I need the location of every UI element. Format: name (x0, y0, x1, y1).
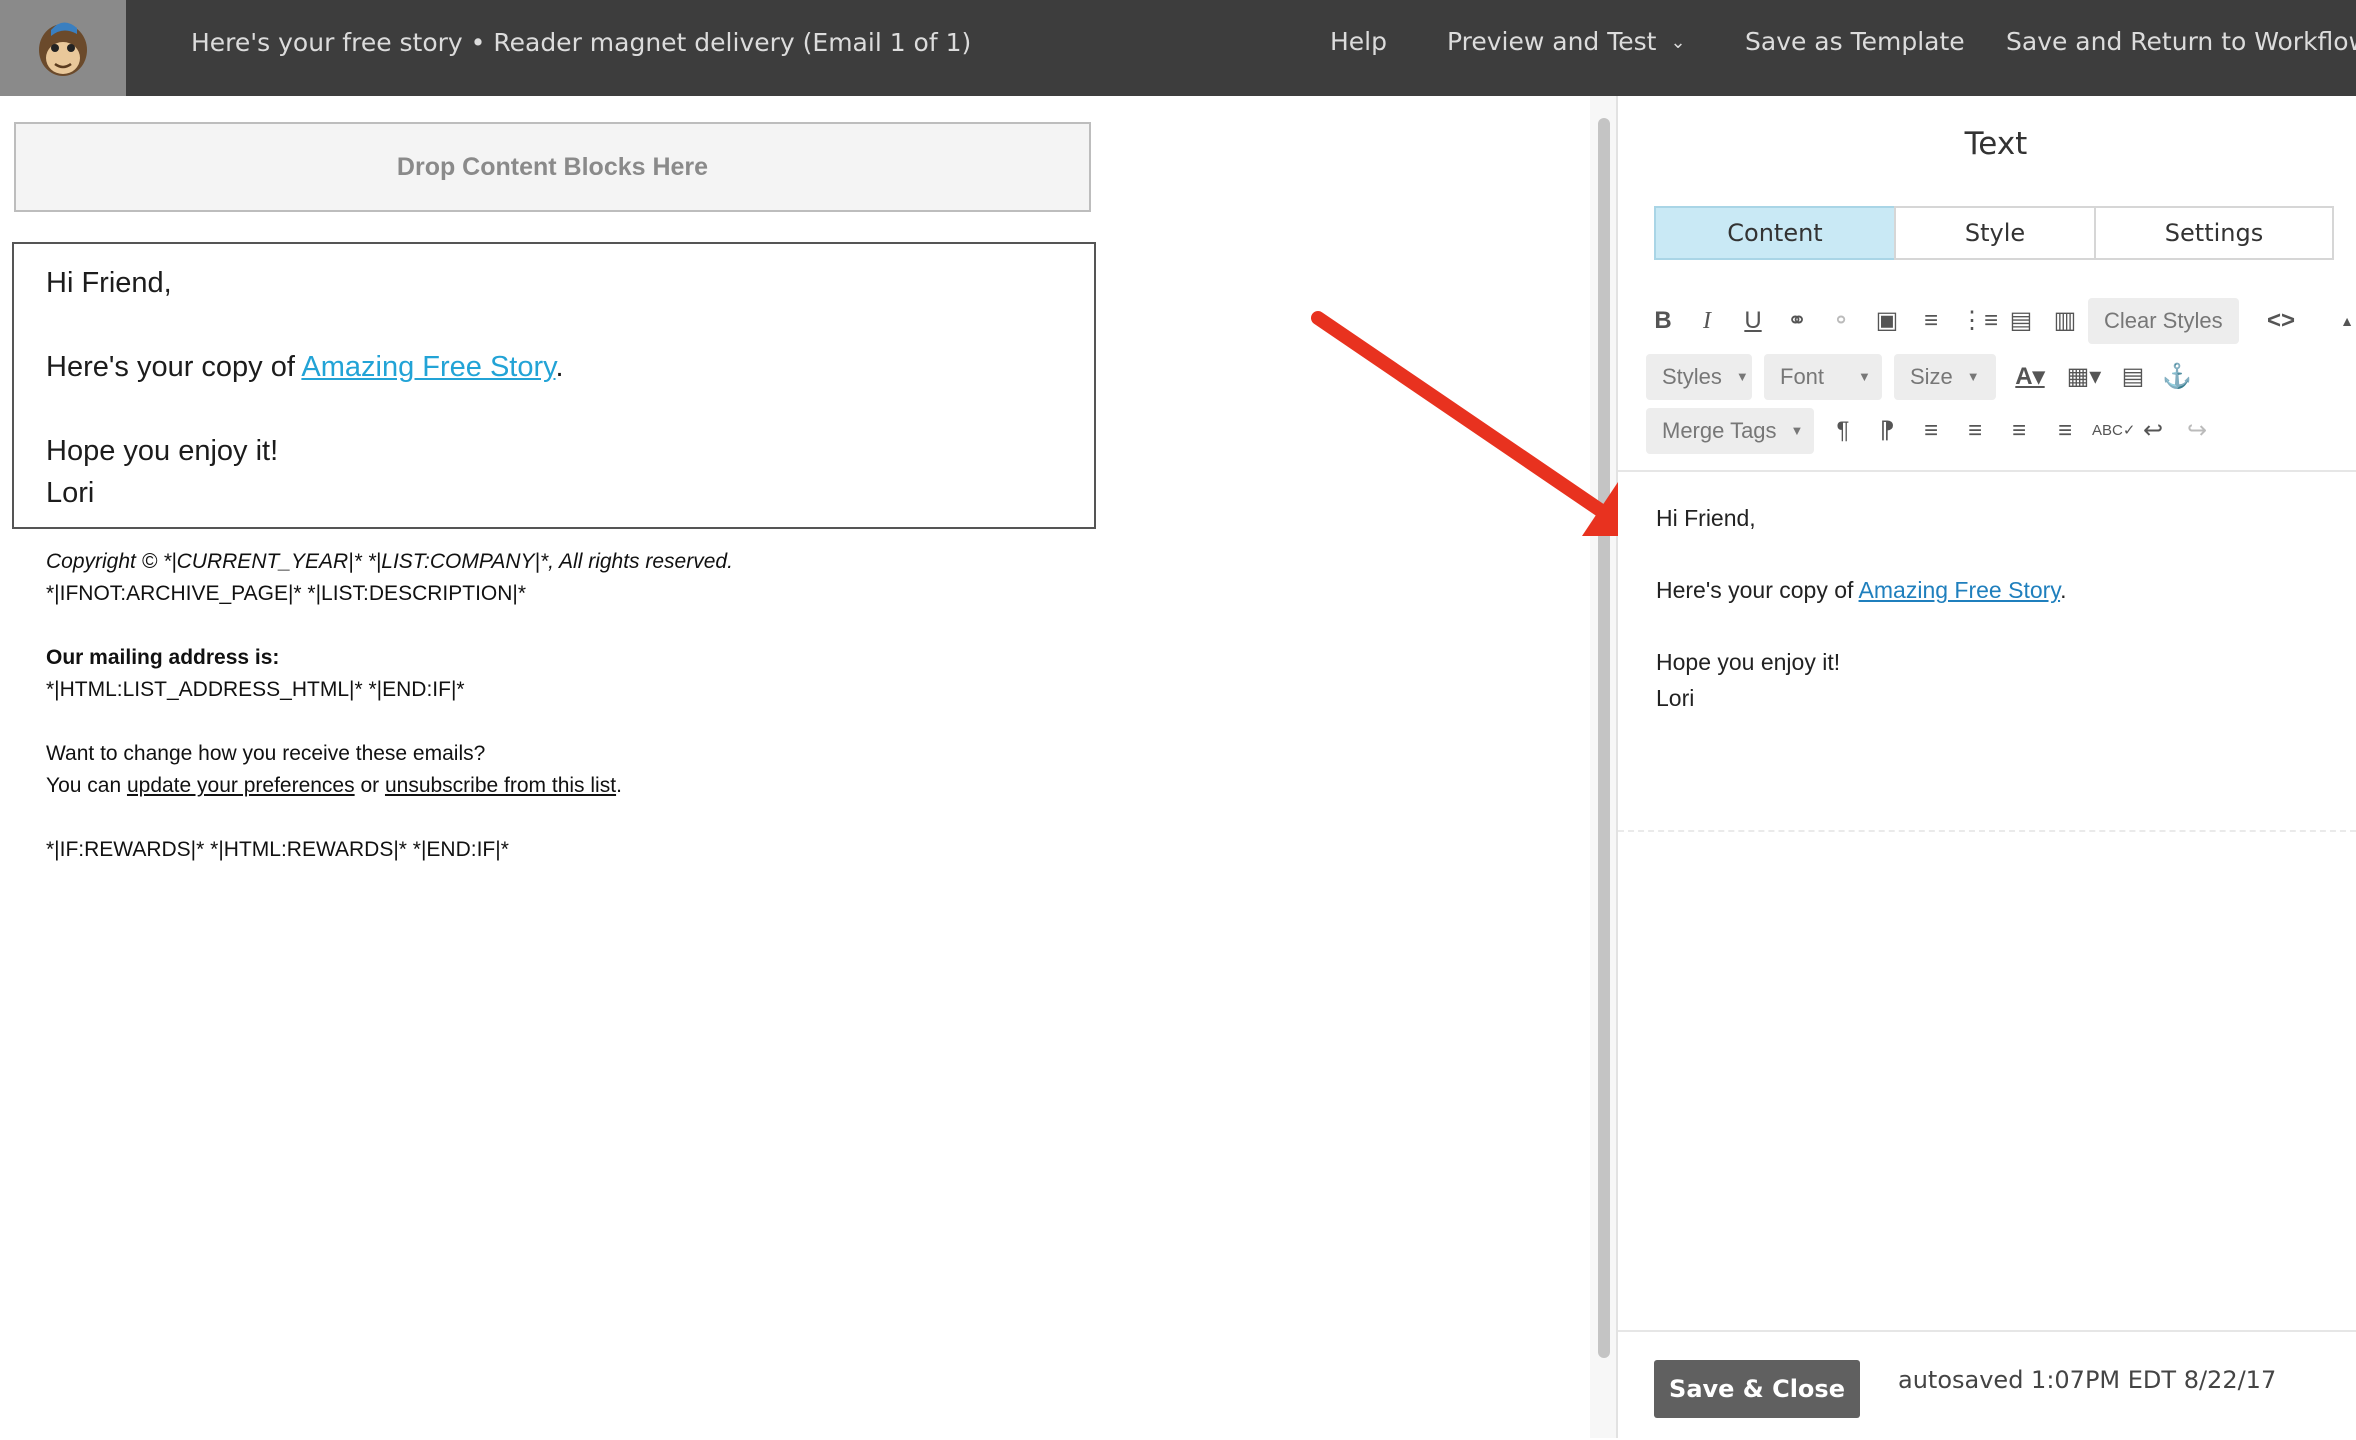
font-dropdown[interactable]: Font ▼ (1764, 354, 1882, 400)
preview-and-test-menu[interactable]: Preview and Test ⌄ (1447, 0, 1686, 85)
background-color-icon[interactable]: ▦▾ (2060, 354, 2108, 400)
bulleted-list-icon[interactable]: ⋮≡ (1960, 298, 1998, 344)
editor-signature: Lori (1656, 685, 1695, 711)
toolbar-divider (1618, 470, 2356, 472)
save-and-close-button[interactable]: Save & Close (1654, 1360, 1860, 1418)
unlink-icon[interactable]: ⚬ (1824, 298, 1858, 344)
editor-closing: Hope you enjoy it! (1656, 649, 1841, 675)
align-right-icon[interactable]: ≡ (2002, 408, 2036, 454)
autosave-status: autosaved 1:07PM EDT 8/22/17 (1898, 1366, 2277, 1394)
save-as-template-link[interactable]: Save as Template (1745, 0, 1965, 84)
clear-styles-button[interactable]: Clear Styles (2088, 298, 2239, 344)
redo-icon[interactable]: ↪ (2180, 408, 2214, 454)
description-line: *|IFNOT:ARCHIVE_PAGE|* *|LIST:DESCRIPTIO… (46, 582, 527, 605)
font-label: Font (1780, 364, 1825, 389)
bold-icon[interactable]: B (1646, 298, 1680, 344)
mailchimp-logo[interactable] (0, 0, 126, 96)
editor-copy-prefix: Here's your copy of (1656, 577, 1859, 603)
size-dropdown[interactable]: Size ▼ (1894, 354, 1996, 400)
merge-tags-dropdown[interactable]: Merge Tags ▼ (1646, 408, 1814, 454)
rich-text-editor[interactable]: Hi Friend, Here's your copy of Amazing F… (1656, 500, 2316, 716)
chevron-down-icon: ⌄ (1670, 32, 1686, 53)
text-editor-panel: Text Content Style Settings B I U ⚭ ⚬ ▣ … (1618, 96, 2356, 1438)
undo-icon[interactable]: ↩ (2136, 408, 2170, 454)
editor-greeting: Hi Friend, (1656, 505, 1756, 531)
justify-icon[interactable]: ≡ (2048, 408, 2082, 454)
paste-text-icon[interactable]: ▥ (2048, 298, 2082, 344)
align-center-icon[interactable]: ≡ (1958, 408, 1992, 454)
caret-down-icon: ▼ (1858, 369, 1871, 384)
copy-prefix: Here's your copy of (46, 351, 302, 383)
copy-line: Here's your copy of Amazing Free Story. (46, 346, 1062, 388)
caret-down-icon: ▼ (1790, 423, 1804, 438)
tab-settings[interactable]: Settings (2094, 206, 2334, 260)
text-color-icon[interactable]: A▾ (2006, 354, 2054, 400)
help-link[interactable]: Help (1330, 0, 1387, 84)
editor-story-link[interactable]: Amazing Free Story (1859, 577, 2061, 603)
caret-down-icon: ▼ (1735, 369, 1749, 384)
preferences-line: You can update your preferences or unsub… (46, 770, 1046, 802)
change-question: Want to change how you receive these ema… (46, 742, 486, 765)
email-footer[interactable]: Copyright © *|CURRENT_YEAR|* *|LIST:COMP… (46, 546, 1046, 866)
tab-style[interactable]: Style (1894, 206, 2096, 260)
update-preferences-link[interactable]: update your preferences (127, 774, 355, 797)
styles-label: Styles (1662, 364, 1722, 389)
drop-content-blocks-zone[interactable]: Drop Content Blocks Here (14, 122, 1091, 212)
toolbar-row-1: B I U ⚭ ⚬ ▣ ≡ ⋮≡ ▤ ▥ Clear Styles <> ▲ (1646, 298, 2356, 344)
caret-down-icon: ▼ (1966, 369, 1980, 384)
panel-footer: Save & Close autosaved 1:07PM EDT 8/22/1… (1618, 1330, 2356, 1440)
expand-toolbar-icon[interactable]: ▲ (2336, 298, 2356, 344)
monkey-logo-icon (39, 22, 87, 76)
mailing-heading: Our mailing address is: (46, 646, 280, 669)
image-icon[interactable]: ▣ (1870, 298, 1904, 344)
preview-and-test-label: Preview and Test (1447, 27, 1657, 56)
mailing-address-line: *|HTML:LIST_ADDRESS_HTML|* *|END:IF|* (46, 678, 465, 701)
spellcheck-icon[interactable]: ABC✓ (2092, 408, 2135, 454)
size-label: Size (1910, 364, 1953, 389)
paste-icon[interactable]: ▤ (2004, 298, 2038, 344)
rtl-paragraph-icon[interactable]: ⁋ (1870, 408, 1904, 454)
link-icon[interactable]: ⚭ (1780, 298, 1814, 344)
story-link[interactable]: Amazing Free Story (301, 351, 555, 383)
closing-text: Hope you enjoy it! (46, 435, 279, 467)
copyright-line: Copyright © *|CURRENT_YEAR|* *|LIST:COMP… (46, 550, 733, 573)
greeting-text: Hi Friend, (46, 267, 172, 299)
editor-bottom-boundary (1618, 830, 2356, 832)
align-left-icon[interactable]: ≡ (1914, 408, 1948, 454)
italic-icon[interactable]: I (1690, 298, 1724, 344)
source-code-icon[interactable]: <> (2264, 298, 2298, 344)
red-arrow-annotation-icon (1311, 311, 1642, 536)
signature-text: Lori (46, 477, 95, 509)
copy-suffix: . (555, 351, 564, 383)
panel-tabs: Content Style Settings (1654, 206, 2334, 264)
underline-icon[interactable]: U (1736, 298, 1770, 344)
toolbar-row-2: Styles ▼ Font ▼ Size ▼ A▾ ▦▾ ▤ ⚓ (1646, 354, 2346, 400)
editor-copy-suffix: . (2060, 577, 2067, 603)
you-can-text: You can (46, 774, 127, 797)
unsubscribe-link[interactable]: unsubscribe from this list (385, 774, 616, 797)
save-and-return-link[interactable]: Save and Return to Workflow (2006, 0, 2356, 84)
email-title: Here's your free story • Reader magnet d… (191, 28, 972, 57)
rewards-line: *|IF:REWARDS|* *|HTML:REWARDS|* *|END:IF… (46, 838, 509, 861)
top-bar: Here's your free story • Reader magnet d… (0, 0, 2356, 96)
numbered-list-icon[interactable]: ≡ (1914, 298, 1948, 344)
editor-copy-line: Here's your copy of Amazing Free Story. (1656, 572, 2316, 608)
styles-dropdown[interactable]: Styles ▼ (1646, 354, 1752, 400)
text-content-block[interactable]: Hi Friend, Here's your copy of Amazing F… (12, 242, 1096, 529)
merge-tags-label: Merge Tags (1662, 418, 1777, 443)
period-text: . (616, 774, 622, 797)
block-format-icon[interactable]: ▤ (2116, 354, 2150, 400)
toolbar-row-3: Merge Tags ▼ ¶ ⁋ ≡ ≡ ≡ ≡ ABC✓ ↩ ↪ (1646, 408, 2356, 454)
tab-content[interactable]: Content (1654, 206, 1896, 260)
ltr-paragraph-icon[interactable]: ¶ (1826, 408, 1860, 454)
or-text: or (354, 774, 385, 797)
panel-title: Text (1964, 126, 2028, 162)
anchor-icon[interactable]: ⚓ (2160, 354, 2194, 400)
